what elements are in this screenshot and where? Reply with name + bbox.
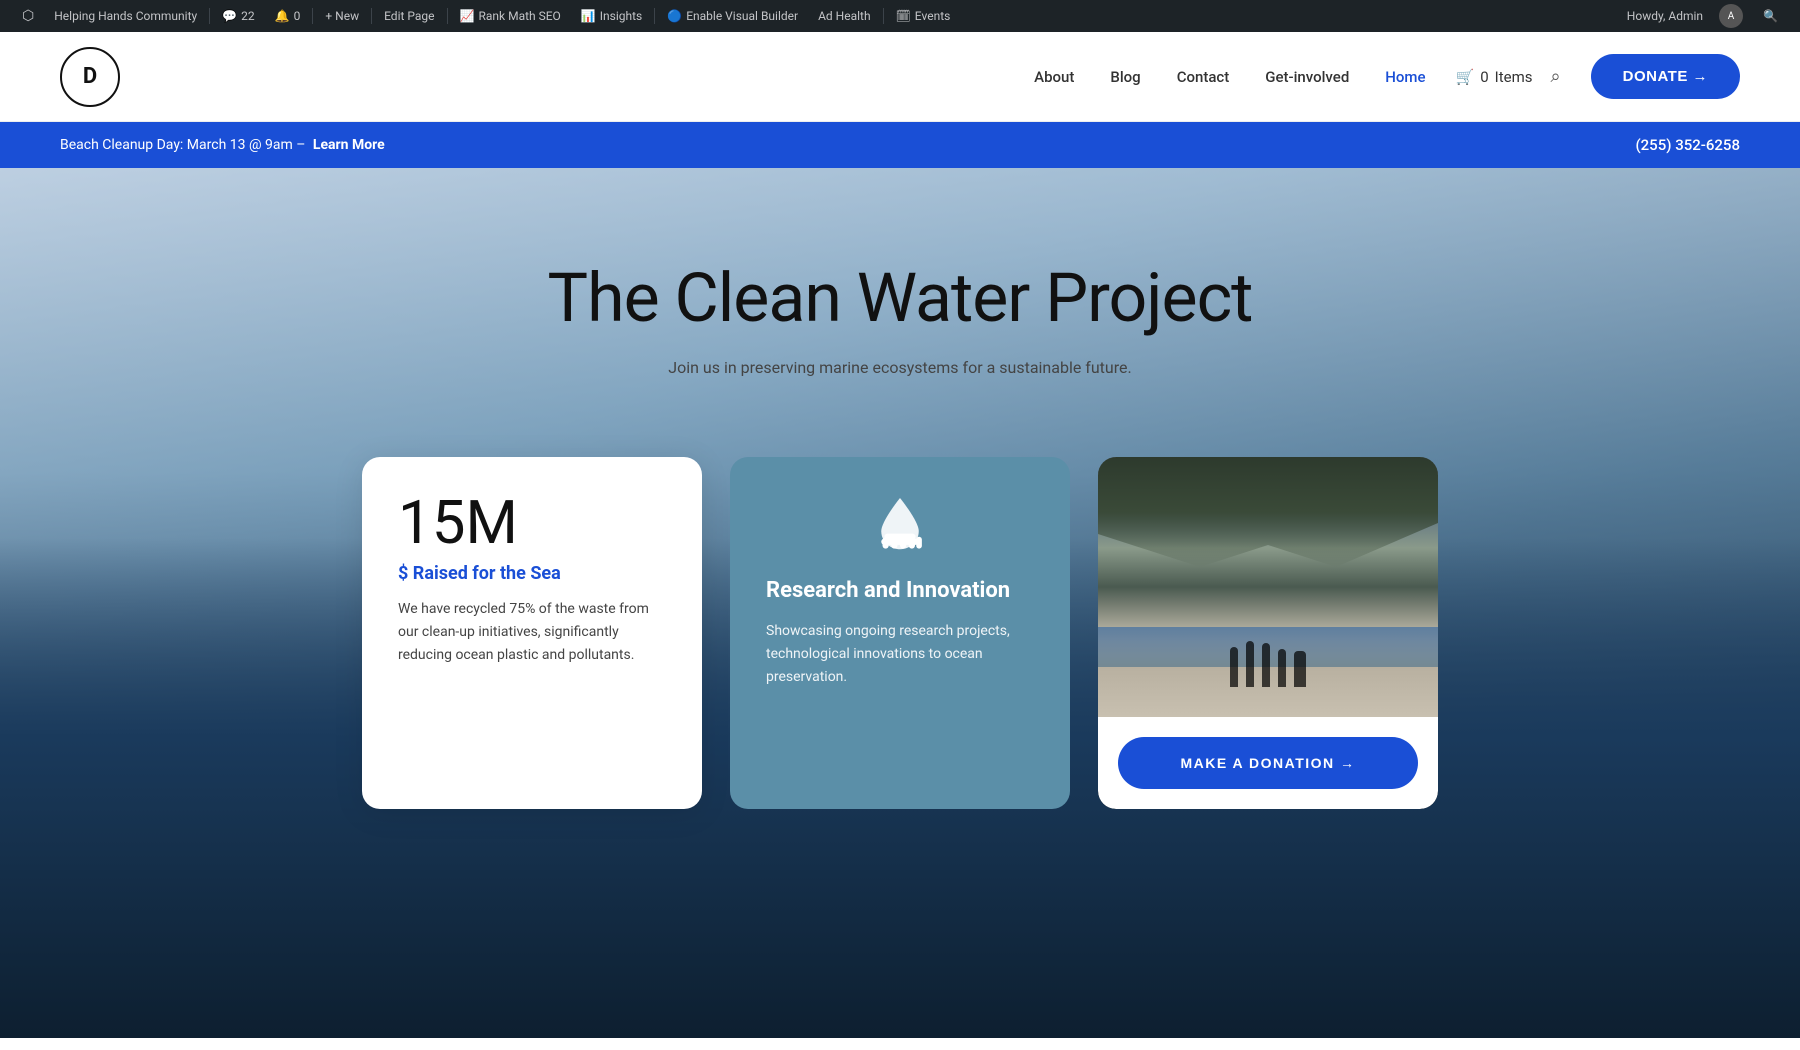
phone-number: (255) 352-6258 [1635, 136, 1740, 154]
nav-get-involved[interactable]: Get-involved [1265, 68, 1349, 86]
logo-circle: D [60, 47, 120, 107]
stat-card: 15M $ Raised for the Sea We have recycle… [362, 457, 702, 809]
donate-button[interactable]: DONATE → [1591, 54, 1740, 99]
coastal-photo [1098, 457, 1438, 717]
water-drop-icon [875, 493, 925, 553]
hero-section: The Clean Water Project Join us in prese… [0, 168, 1800, 1038]
nav-contact[interactable]: Contact [1177, 68, 1230, 86]
blue-card-title: Research and Innovation [766, 577, 1034, 606]
hero-title: The Clean Water Project [548, 258, 1253, 338]
admin-site-name[interactable]: Helping Hands Community [44, 0, 207, 32]
admin-new[interactable]: + New [315, 0, 369, 32]
admin-howdy: Howdy, Admin [1627, 9, 1703, 23]
hero-content: The Clean Water Project Join us in prese… [0, 168, 1800, 809]
announcement-bar: Beach Cleanup Day: March 13 @ 9am – Lear… [0, 122, 1800, 168]
people-silhouette [1098, 627, 1438, 687]
card-stat-label: $ Raised for the Sea [398, 563, 666, 584]
announcement-text: Beach Cleanup Day: March 13 @ 9am – Lear… [60, 137, 385, 153]
admin-wp-logo[interactable]: ⬡ [12, 0, 44, 32]
admin-insights[interactable]: 📊 Insights [571, 0, 652, 32]
card-stat-number: 15M [398, 493, 666, 553]
cart-count: 0 [1480, 68, 1488, 86]
nav-home[interactable]: Home [1385, 68, 1425, 86]
nav-blog[interactable]: Blog [1110, 68, 1140, 86]
cart-icon: 🛒 [1456, 68, 1475, 86]
announcement-link[interactable]: Learn More [313, 137, 385, 153]
water-icon-wrap [766, 493, 1034, 553]
admin-pending[interactable]: 🔔 0 [265, 0, 311, 32]
nav-about[interactable]: About [1034, 68, 1074, 86]
make-donation-button[interactable]: MAKE A DONATION → [1118, 737, 1418, 789]
photo-card-bottom: MAKE A DONATION → [1098, 717, 1438, 809]
logo[interactable]: D [60, 47, 120, 107]
cards-row: 15M $ Raised for the Sea We have recycle… [0, 457, 1800, 809]
admin-rank-math[interactable]: 📈 Rank Math SEO [450, 0, 571, 32]
admin-events[interactable]: 🗓 Events [886, 0, 961, 32]
admin-visual-builder[interactable]: 🔵 Enable Visual Builder [657, 0, 808, 32]
admin-avatar[interactable]: A [1719, 4, 1743, 28]
card-stat-desc: We have recycled 75% of the waste from o… [398, 598, 666, 667]
nav-cart[interactable]: 🛒 0 Items [1456, 68, 1533, 86]
site-nav: D About Blog Contact Get-involved Home 🛒… [0, 32, 1800, 122]
nav-links: About Blog Contact Get-involved Home [1034, 68, 1425, 86]
nav-search-icon[interactable]: ⌕ [1551, 66, 1561, 87]
blue-card-desc: Showcasing ongoing research projects, te… [766, 620, 1034, 689]
admin-search[interactable]: 🔍 [1753, 0, 1788, 32]
admin-edit-page[interactable]: Edit Page [374, 0, 444, 32]
admin-comments[interactable]: 💬 22 [212, 0, 264, 32]
admin-bar: ⬡ Helping Hands Community 💬 22 🔔 0 + New… [0, 0, 1800, 32]
admin-ad-health[interactable]: Ad Health [808, 0, 880, 32]
blue-card: Research and Innovation Showcasing ongoi… [730, 457, 1070, 809]
cart-items-label: Items [1495, 68, 1533, 86]
hero-subtitle: Join us in preserving marine ecosystems … [668, 358, 1131, 377]
photo-card: MAKE A DONATION → [1098, 457, 1438, 809]
